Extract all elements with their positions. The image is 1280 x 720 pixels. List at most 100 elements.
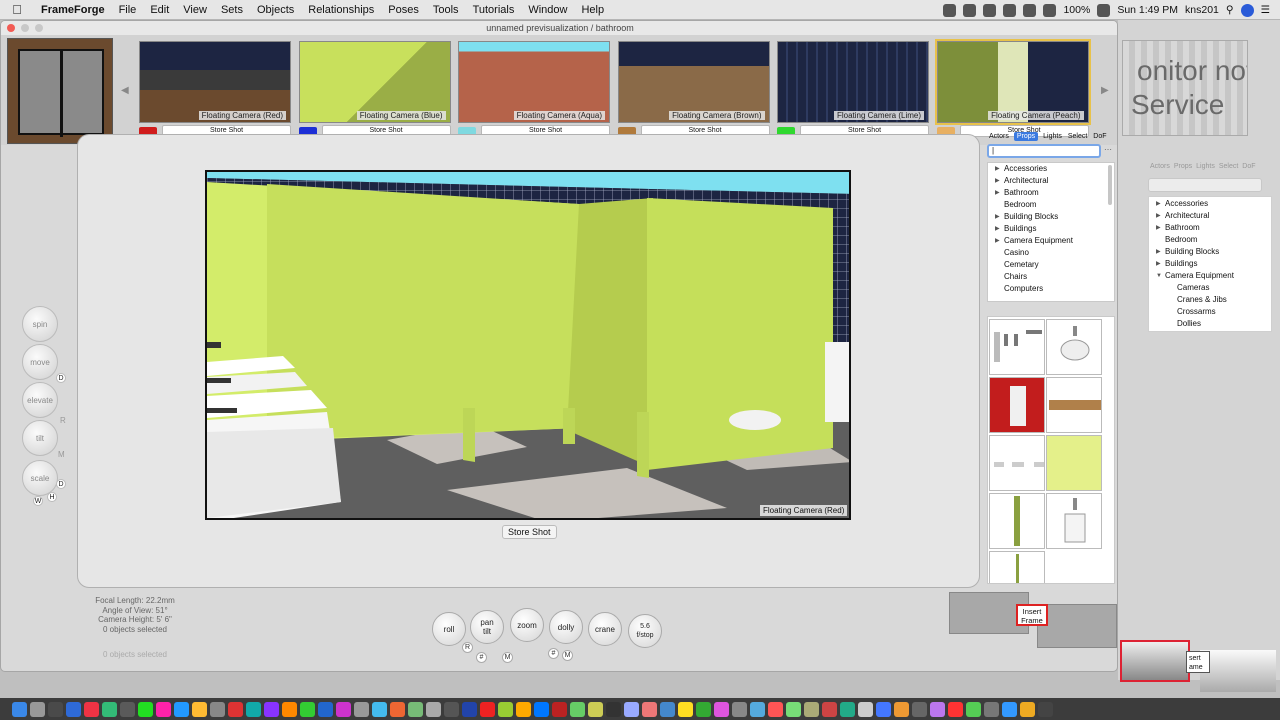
move-control[interactable]: move <box>22 344 58 380</box>
dock-app-icon[interactable] <box>786 701 801 717</box>
category-item[interactable]: ▶ Bathroom <box>988 187 1114 199</box>
dock-app-icon[interactable] <box>876 701 891 717</box>
camera-thumbnail[interactable]: Floating Camera (Brown) Store Shot <box>617 41 770 137</box>
dock-app-icon[interactable] <box>930 701 945 717</box>
menu-item-window[interactable]: Window <box>521 4 574 16</box>
camera-thumbnail[interactable]: Floating Camera (Aqua) Store Shot <box>458 41 610 137</box>
background-category-item[interactable]: ▶ Buildings <box>1149 258 1271 270</box>
dock-app-icon[interactable] <box>1038 701 1053 717</box>
dock-app-icon[interactable] <box>804 701 819 717</box>
background-insert-frame[interactable]: sert ame <box>1186 651 1210 673</box>
dock-app-icon[interactable] <box>264 701 279 717</box>
status-icon[interactable] <box>943 3 957 17</box>
dock-app-icon[interactable] <box>390 701 405 717</box>
menu-item-relationships[interactable]: Relationships <box>301 4 381 16</box>
prop-thumbnail-urinal[interactable] <box>1046 493 1102 549</box>
dock-app-icon[interactable] <box>12 701 27 717</box>
dock-app-icon[interactable] <box>300 701 315 717</box>
pan-lock-icon[interactable]: # <box>476 652 487 663</box>
dock-app-icon[interactable] <box>138 701 153 717</box>
background-category-item[interactable]: ▶ Accessories <box>1149 198 1271 210</box>
dock-app-icon[interactable] <box>462 701 477 717</box>
dock-app-icon[interactable] <box>1002 701 1017 717</box>
prop-thumbnail-grab-bars[interactable] <box>989 319 1045 375</box>
dock-app-icon[interactable] <box>192 701 207 717</box>
disclosure-triangle-icon[interactable]: ▶ <box>1156 222 1161 234</box>
dock-app-icon[interactable] <box>102 701 117 717</box>
dock-app-icon[interactable] <box>750 701 765 717</box>
menu-item-objects[interactable]: Objects <box>250 4 301 16</box>
dock-app-icon[interactable] <box>408 701 423 717</box>
disclosure-triangle-icon[interactable]: ▼ <box>1156 270 1162 282</box>
dock-app-icon[interactable] <box>1020 701 1035 717</box>
zoom-button[interactable]: zoom <box>510 608 544 642</box>
dock-app-icon[interactable] <box>354 701 369 717</box>
prop-thumbnail-partial[interactable] <box>989 551 1045 583</box>
dock-app-icon[interactable] <box>822 701 837 717</box>
dock-app-icon[interactable] <box>336 701 351 717</box>
dock-app-icon[interactable] <box>552 701 567 717</box>
disclosure-triangle-icon[interactable]: ▶ <box>1156 246 1161 258</box>
minimize-icon[interactable] <box>21 24 29 32</box>
pan-tilt-button[interactable]: pan tilt <box>470 610 504 644</box>
menu-list-icon[interactable]: ☰ <box>1261 4 1270 16</box>
background-tab-select[interactable]: Select <box>1219 163 1238 170</box>
dock-app-icon[interactable] <box>426 701 441 717</box>
insert-frame-button[interactable]: Insert Frame <box>1016 604 1048 626</box>
scroll-right-icon[interactable]: ▶ <box>1101 85 1109 96</box>
tab-props[interactable]: Props <box>1013 132 1039 141</box>
background-tab-lights[interactable]: Lights <box>1196 163 1215 170</box>
siri-icon[interactable] <box>1240 3 1254 17</box>
dock-app-icon[interactable] <box>156 701 171 717</box>
disclosure-triangle-icon[interactable]: ▶ <box>995 187 1000 199</box>
dock-app-icon[interactable] <box>444 701 459 717</box>
tab-select[interactable]: Select <box>1067 132 1088 141</box>
roll-button[interactable]: roll <box>432 612 466 646</box>
dock-app-icon[interactable] <box>858 701 873 717</box>
dock-app-icon[interactable] <box>732 701 747 717</box>
rail-toggle-r[interactable]: R <box>60 416 66 425</box>
overhead-map[interactable] <box>7 38 113 144</box>
wifi-icon[interactable] <box>1043 3 1057 17</box>
menu-app-name[interactable]: FrameForge <box>34 4 112 16</box>
background-category-item[interactable]: ▶ Bathroom <box>1149 222 1271 234</box>
dolly-button[interactable]: dolly <box>549 610 583 644</box>
menu-item-file[interactable]: File <box>112 4 144 16</box>
camera-thumbnail[interactable]: Floating Camera (Peach) Store Shot <box>934 39 1091 137</box>
dolly-lock-icon[interactable]: # <box>548 648 559 659</box>
prop-thumbnail-post[interactable] <box>989 493 1045 549</box>
dock-app-icon[interactable] <box>588 701 603 717</box>
zoom-icon[interactable] <box>35 24 43 32</box>
dock-app-icon[interactable] <box>624 701 639 717</box>
rail-toggle-d2[interactable]: D <box>56 479 66 489</box>
dock-app-icon[interactable] <box>768 701 783 717</box>
dock-app-icon[interactable] <box>498 701 513 717</box>
dock-app-icon[interactable] <box>48 701 63 717</box>
roll-reset-icon[interactable]: R <box>462 642 473 653</box>
dock-app-icon[interactable] <box>606 701 621 717</box>
dock-app-icon[interactable] <box>840 701 855 717</box>
background-category-item[interactable]: ▼ Camera Equipment <box>1149 270 1271 282</box>
dock-app-icon[interactable] <box>678 701 693 717</box>
frame-thumbnail[interactable] <box>1037 604 1117 648</box>
status-icon[interactable] <box>983 3 997 17</box>
category-item[interactable]: Chairs <box>988 271 1114 283</box>
dock-app-icon[interactable] <box>84 701 99 717</box>
status-icon[interactable] <box>1003 3 1017 17</box>
disclosure-triangle-icon[interactable]: ▶ <box>995 163 1000 175</box>
dock-app-icon[interactable] <box>120 701 135 717</box>
rail-toggle-d[interactable]: D <box>56 373 66 383</box>
prop-thumbnail-bars[interactable] <box>989 435 1045 491</box>
dock-app-icon[interactable] <box>534 701 549 717</box>
dock-app-icon[interactable] <box>894 701 909 717</box>
background-tab-props[interactable]: Props <box>1174 163 1192 170</box>
zoom-mode-icon[interactable]: M <box>502 652 513 663</box>
camera-thumbnail[interactable]: Floating Camera (Red) Store Shot <box>139 41 291 137</box>
background-category-item[interactable]: Crossarms <box>1149 306 1271 318</box>
dock-app-icon[interactable] <box>174 701 189 717</box>
category-item[interactable]: ▶ Architectural <box>988 175 1114 187</box>
menu-item-edit[interactable]: Edit <box>143 4 176 16</box>
bluetooth-icon[interactable] <box>1023 3 1037 17</box>
dock-app-icon[interactable] <box>948 701 963 717</box>
prop-thumbnail-sink[interactable] <box>1046 319 1102 375</box>
